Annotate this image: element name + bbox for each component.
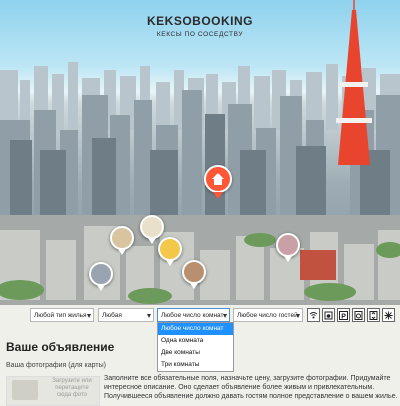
logo: KEKSOBOOKING КЕКСЫ ПО СОСЕДСТВУ bbox=[0, 14, 400, 38]
wifi-icon bbox=[309, 312, 318, 319]
rooms-option-two[interactable]: Две комнаты bbox=[158, 347, 233, 359]
avatar-pin-6[interactable] bbox=[89, 262, 113, 291]
rooms-option-any[interactable]: Любое число комнат bbox=[158, 323, 233, 335]
conditioner-icon bbox=[384, 311, 393, 319]
parking-feature-checkbox[interactable]: P bbox=[337, 308, 350, 322]
parking-icon: P bbox=[339, 310, 348, 320]
avatar-label: Ваша фотография (для карты) bbox=[6, 362, 106, 369]
washer-icon bbox=[354, 310, 363, 320]
notice-title: Ваше объявление bbox=[6, 340, 115, 354]
wifi-feature-checkbox[interactable] bbox=[307, 308, 320, 322]
rooms-option-one[interactable]: Одна комната bbox=[158, 335, 233, 347]
rooms-select[interactable]: Любое число комнат bbox=[157, 308, 230, 322]
guests-select[interactable]: Любое число гостей bbox=[233, 308, 303, 322]
chevron-down-icon bbox=[223, 314, 227, 318]
chevron-down-icon bbox=[296, 314, 300, 318]
upload-hint: Загрузите или перетащите сюда фото bbox=[52, 378, 92, 399]
washer-feature-checkbox[interactable] bbox=[352, 308, 365, 322]
dishwasher-feature-checkbox[interactable] bbox=[322, 308, 335, 322]
avatar-preview-icon bbox=[12, 380, 38, 400]
elevator-icon bbox=[369, 310, 378, 320]
svg-text:P: P bbox=[341, 313, 346, 320]
avatar-pin-5[interactable] bbox=[182, 260, 206, 289]
house-icon bbox=[212, 173, 224, 185]
housing-type-select[interactable]: Любой тип жилья bbox=[30, 308, 94, 322]
avatar-pin-2[interactable] bbox=[140, 215, 164, 244]
logo-subtitle: КЕКСЫ ПО СОСЕДСТВУ bbox=[156, 31, 244, 38]
housing-type-value: Любой тип жилья bbox=[34, 312, 87, 319]
rooms-dropdown: Любое число комнат Одна комната Две комн… bbox=[157, 322, 234, 372]
chevron-down-icon bbox=[147, 314, 151, 318]
avatar-pin-1[interactable] bbox=[110, 226, 134, 255]
rooms-option-three[interactable]: Три комнаты bbox=[158, 359, 233, 371]
price-select[interactable]: Любая bbox=[98, 308, 154, 322]
avatar-pin-3[interactable] bbox=[158, 237, 182, 266]
guests-value: Любое число гостей bbox=[237, 312, 298, 319]
price-value: Любая bbox=[102, 312, 122, 319]
dishwasher-icon bbox=[324, 311, 333, 319]
map: KEKSOBOOKING КЕКСЫ ПО СОСЕДСТВУ bbox=[0, 0, 400, 305]
conditioner-feature-checkbox[interactable] bbox=[382, 308, 395, 322]
rooms-value: Любое число комнат bbox=[161, 312, 224, 319]
avatar-pin-4[interactable] bbox=[276, 233, 300, 262]
main-pin[interactable] bbox=[204, 165, 232, 199]
logo-title: KEKSOBOOKING bbox=[146, 14, 253, 28]
chevron-down-icon bbox=[87, 314, 91, 318]
notice-instructions: Заполните все обязательные поля, назначь… bbox=[104, 375, 398, 401]
city-illustration bbox=[0, 0, 400, 305]
elevator-feature-checkbox[interactable] bbox=[367, 308, 380, 322]
